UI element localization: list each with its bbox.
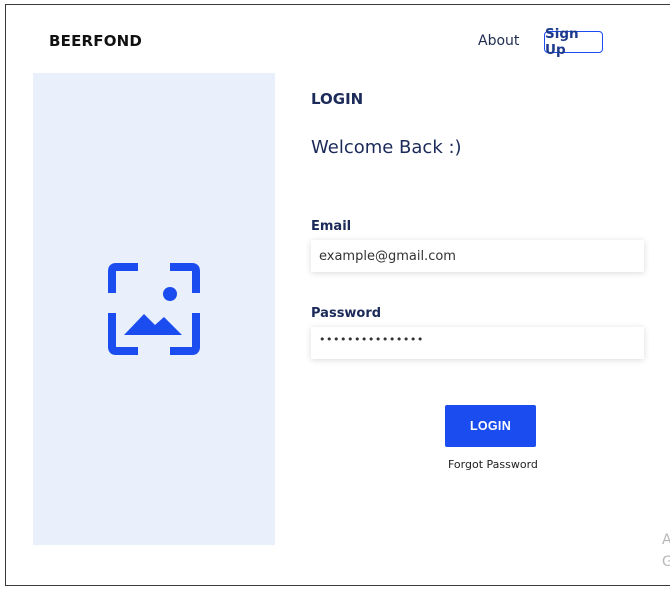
nav-signup-button[interactable]: Sign Up: [544, 26, 603, 58]
nav-about-link[interactable]: About: [478, 33, 519, 49]
password-label: Password: [311, 306, 382, 321]
image-placeholder-icon: [108, 263, 200, 355]
forgot-password-link[interactable]: Forgot Password: [448, 458, 538, 471]
brand-logo[interactable]: BEERFOND: [49, 32, 142, 50]
login-button[interactable]: LOGIN: [445, 405, 536, 447]
email-field[interactable]: example@gmail.com: [311, 240, 644, 272]
corner-overlay-line-1: A: [662, 529, 670, 551]
page-frame: BEERFOND About Sign Up LOGIN Welcome Bac…: [5, 4, 670, 586]
email-label: Email: [311, 219, 352, 234]
password-field[interactable]: •••••••••••••••: [311, 327, 644, 359]
password-value: •••••••••••••••: [319, 332, 424, 346]
form-title: LOGIN: [311, 90, 364, 108]
corner-overlay-text: A G: [662, 529, 670, 573]
corner-overlay-line-2: G: [662, 551, 670, 573]
email-value: example@gmail.com: [319, 248, 456, 264]
image-placeholder-panel: [33, 73, 275, 545]
welcome-message: Welcome Back :): [311, 137, 462, 158]
